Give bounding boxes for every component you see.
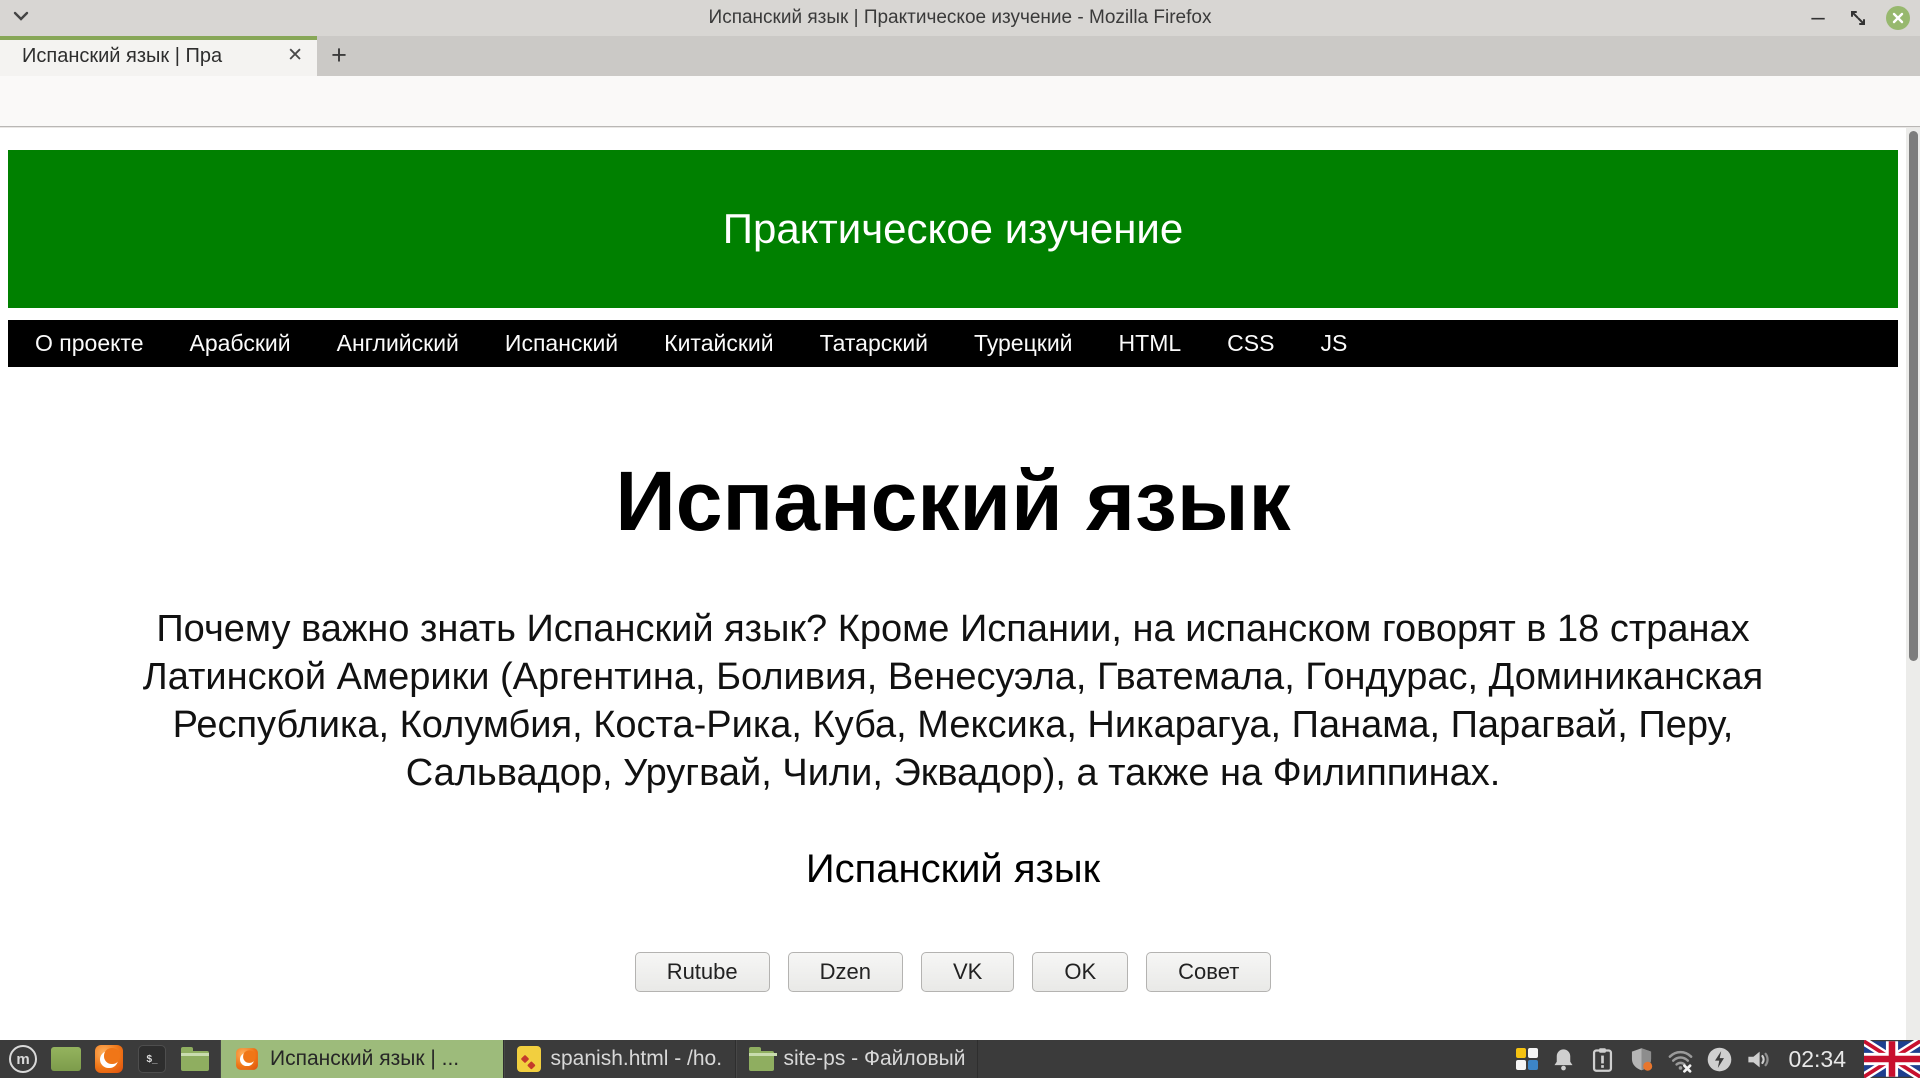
volume-icon[interactable] [1745, 1046, 1772, 1073]
firewall-shield-icon[interactable] [1628, 1046, 1655, 1073]
folder-icon [749, 1051, 774, 1071]
task-button-files[interactable]: site-ps - Файловый... [736, 1040, 978, 1078]
task-button-editor[interactable]: spanish.html - /ho... [504, 1040, 736, 1078]
task-label: spanish.html - /ho... [550, 1047, 723, 1071]
site-nav-link-english[interactable]: Английский [337, 330, 459, 357]
show-desktop-button[interactable] [51, 1044, 81, 1074]
titlebar-chevron-icon[interactable] [12, 8, 30, 24]
site-nav-link-css[interactable]: CSS [1227, 330, 1274, 357]
wifi-disconnected-icon[interactable] [1667, 1046, 1694, 1073]
terminal-launcher[interactable]: $_ [137, 1044, 167, 1074]
mint-logo-icon: m [9, 1045, 37, 1073]
task-label: Испанский язык | ... [270, 1047, 459, 1071]
desktop-screen: Испанский язык | Практическое изучение -… [0, 0, 1920, 1078]
mint-menu-button[interactable]: m [8, 1044, 38, 1074]
system-tray: 02:34 [1516, 1040, 1920, 1078]
folder-icon [181, 1051, 209, 1071]
terminal-icon: $_ [138, 1045, 166, 1073]
firefox-launcher[interactable] [94, 1044, 124, 1074]
dzen-button[interactable]: Dzen [788, 952, 903, 992]
window-controls: – [1806, 0, 1920, 36]
minimize-button[interactable]: – [1806, 8, 1830, 28]
tab-bar: Испанский язык | Пра ✕ + [0, 36, 1920, 76]
scrollbar-track[interactable] [1906, 128, 1920, 1040]
close-button[interactable] [1886, 6, 1910, 30]
text-editor-icon [517, 1046, 541, 1072]
taskbar-windows: Испанский язык | ... spanish.html - /ho.… [220, 1040, 978, 1078]
vk-button[interactable]: VK [921, 952, 1014, 992]
window-title: Испанский язык | Практическое изучение -… [709, 7, 1212, 29]
notifications-bell-icon[interactable] [1550, 1046, 1577, 1073]
power-battery-icon[interactable] [1706, 1046, 1733, 1073]
page-viewport: Практическое изучение О проекте Арабский… [0, 128, 1920, 1040]
firefox-icon [236, 1048, 258, 1070]
paragraph-line: Республика, Колумбия, Коста-Рика, Куба, … [0, 701, 1906, 749]
site-nav-bar: О проекте Арабский Английский Испанский … [8, 320, 1898, 367]
scrollbar-thumb[interactable] [1909, 131, 1918, 661]
site-nav-link-arabic[interactable]: Арабский [190, 330, 291, 357]
tab-close-button[interactable]: ✕ [287, 44, 303, 67]
paragraph-line: Латинской Америки (Аргентина, Боливия, В… [0, 653, 1906, 701]
firefox-icon [95, 1045, 123, 1073]
close-x-icon [1892, 12, 1904, 24]
link-button-row: Rutube Dzen VK OK Совет [0, 952, 1906, 992]
tab-title-fade [230, 40, 278, 76]
tab-spanish[interactable]: Испанский язык | Пра ✕ [0, 36, 317, 76]
window-titlebar: Испанский язык | Практическое изучение -… [0, 0, 1920, 36]
taskbar-clock[interactable]: 02:34 [1788, 1046, 1846, 1073]
clipboard-updates-icon[interactable] [1589, 1046, 1616, 1073]
taskbar-launchers: m $_ [0, 1044, 220, 1074]
page-subtitle: Испанский язык [0, 847, 1906, 892]
maximize-button[interactable] [1847, 7, 1869, 29]
site-nav-link-turkish[interactable]: Турецкий [974, 330, 1073, 357]
page-title: Испанский язык [0, 455, 1906, 547]
desklets-tray-icon[interactable] [1516, 1048, 1538, 1070]
rutube-button[interactable]: Rutube [635, 952, 770, 992]
site-nav-link-html[interactable]: HTML [1119, 330, 1182, 357]
site-header-banner: Практическое изучение [8, 150, 1898, 308]
site-banner-title: Практическое изучение [723, 205, 1183, 253]
sovet-button[interactable]: Совет [1146, 952, 1271, 992]
task-label: site-ps - Файловый... [783, 1047, 965, 1071]
site-nav-link-about[interactable]: О проекте [35, 330, 144, 357]
paragraph-line: Почему важно знать Испанский язык? Кроме… [0, 605, 1906, 653]
paragraph-line: Сальвадор, Уругвай, Чили, Эквадор), а та… [0, 749, 1906, 797]
site-nav-link-tatar[interactable]: Татарский [820, 330, 928, 357]
new-tab-button[interactable]: + [322, 38, 356, 74]
keyboard-layout-flag-icon[interactable] [1864, 1040, 1920, 1078]
navigation-toolbar: file:///home/user/Рабочий стол/study/sit… [0, 76, 1920, 127]
ok-button[interactable]: OK [1032, 952, 1128, 992]
taskbar: m $_ Испанский язык | ... spanish.htm [0, 1040, 1920, 1078]
webpage-content: Практическое изучение О проекте Арабский… [0, 128, 1906, 992]
task-button-firefox[interactable]: Испанский язык | ... [220, 1040, 504, 1078]
site-nav-link-js[interactable]: JS [1320, 330, 1347, 357]
file-manager-launcher[interactable] [180, 1044, 210, 1074]
site-nav-link-spanish[interactable]: Испанский [505, 330, 618, 357]
desktop-icon [51, 1047, 81, 1071]
intro-paragraph: Почему важно знать Испанский язык? Кроме… [0, 605, 1906, 797]
site-nav-link-chinese[interactable]: Китайский [664, 330, 773, 357]
